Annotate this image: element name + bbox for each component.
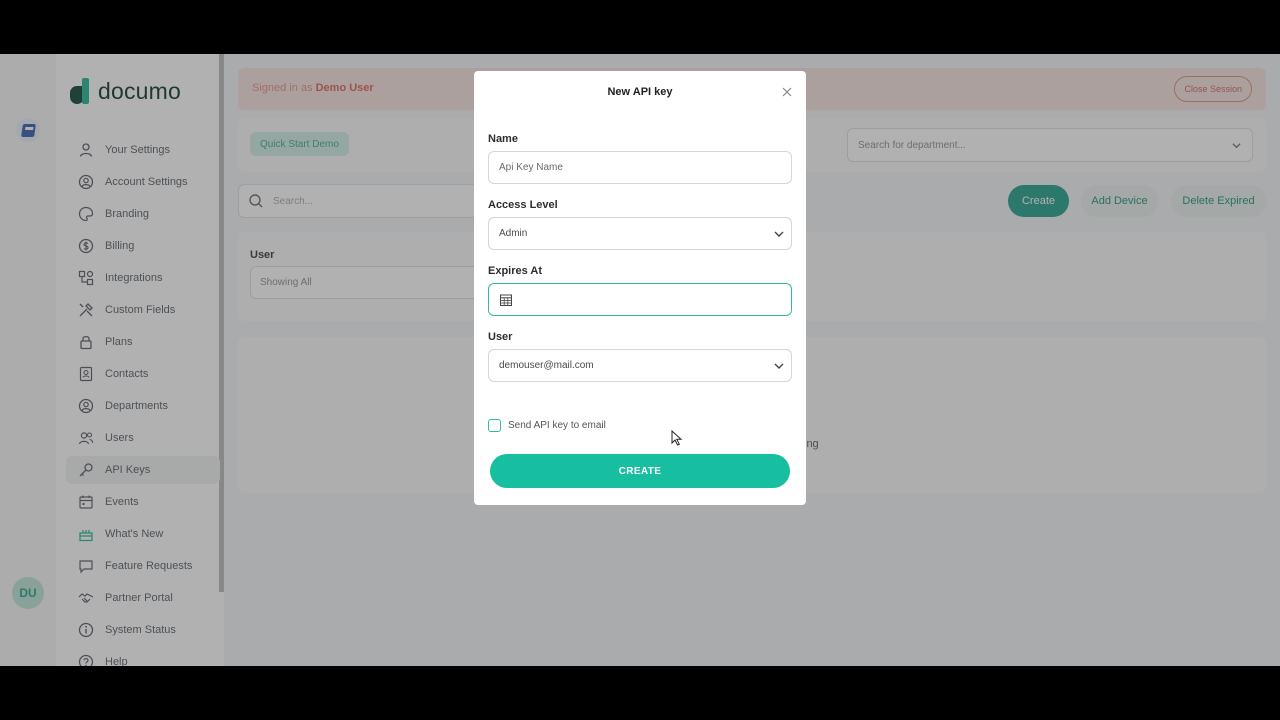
- access-level-select[interactable]: Admin: [488, 217, 792, 250]
- chevron-down-icon: [774, 363, 784, 369]
- send-email-checkbox[interactable]: [488, 418, 501, 432]
- api-key-name-input[interactable]: [488, 151, 792, 184]
- user-select-value: demouser@mail.com: [499, 360, 594, 371]
- user-select[interactable]: demouser@mail.com: [488, 349, 792, 382]
- app-screen: DU documo Your Settings Account Settings B…: [0, 54, 1280, 666]
- name-label: Name: [488, 133, 518, 145]
- access-level-value: Admin: [499, 228, 528, 239]
- send-email-label[interactable]: Send API key to email: [508, 420, 606, 431]
- access-level-label: Access Level: [488, 199, 558, 211]
- close-modal-button[interactable]: [780, 85, 794, 99]
- chevron-down-icon: [774, 231, 784, 237]
- user-label: User: [488, 331, 513, 343]
- mouse-cursor-icon: [671, 430, 683, 446]
- expires-at-date-input[interactable]: [488, 283, 792, 316]
- create-api-key-button[interactable]: CREATE: [490, 454, 790, 488]
- modal-title: New API key: [607, 86, 673, 98]
- expires-at-label: Expires At: [488, 265, 543, 277]
- close-icon: [782, 87, 792, 97]
- calendar-icon: [500, 294, 512, 306]
- new-api-key-modal: New API key Name Access Level Admin Expi…: [474, 71, 806, 505]
- send-email-option[interactable]: Send API key to email: [488, 418, 606, 432]
